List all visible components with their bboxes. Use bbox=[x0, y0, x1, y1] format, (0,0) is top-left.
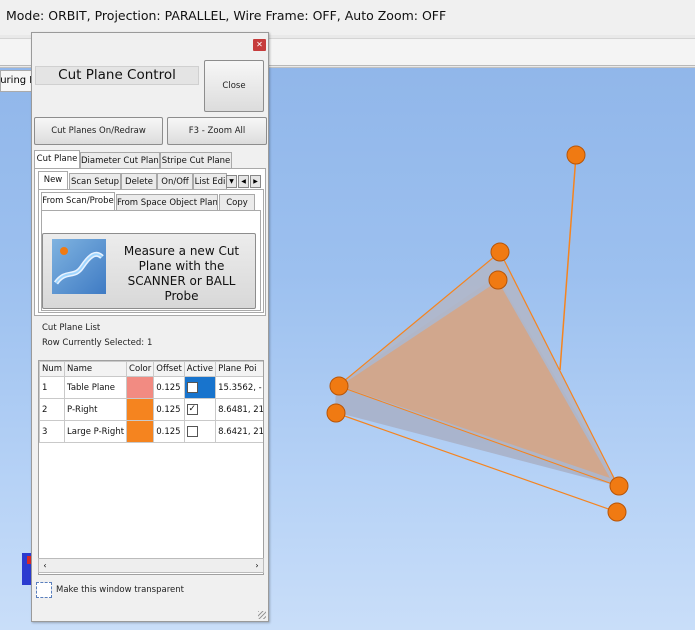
probe-point[interactable] bbox=[609, 476, 629, 496]
cell-offset[interactable]: 0.125 bbox=[153, 398, 185, 421]
column-header[interactable]: Offset bbox=[153, 361, 185, 377]
tab-from-scan-probe[interactable]: From Scan/Probe bbox=[41, 192, 115, 211]
scroll-right-icon[interactable]: › bbox=[251, 559, 263, 572]
column-header[interactable]: Active bbox=[183, 361, 217, 377]
tab-from-space-object-plane[interactable]: From Space Object Plane bbox=[116, 194, 218, 211]
cell-plane-point[interactable]: 8.6421, 21 bbox=[215, 420, 263, 443]
measure-button-text: Measure a new Cut Plane with the SCANNER… bbox=[123, 244, 240, 303]
tab-delete[interactable]: Delete bbox=[121, 173, 157, 190]
tab-stripe-cut-plane[interactable]: Stripe Cut Plane bbox=[160, 152, 232, 169]
source-tab-row: From Scan/Probe From Space Object Plane … bbox=[41, 192, 261, 211]
normal-line bbox=[559, 154, 577, 371]
tab-scan-setup[interactable]: Scan Setup bbox=[69, 173, 121, 190]
active-checkbox[interactable]: ✓ bbox=[186, 404, 198, 415]
zoom-all-button[interactable]: F3 - Zoom All bbox=[167, 117, 267, 145]
tab-diameter-cut-plane[interactable]: Diameter Cut Plane bbox=[80, 152, 160, 169]
close-button[interactable]: Close bbox=[204, 60, 264, 112]
tab-cut-plane[interactable]: Cut Plane bbox=[34, 150, 80, 169]
transparent-checkbox[interactable] bbox=[36, 582, 52, 598]
main-tab-row: Cut Plane Diameter Cut Plane Stripe Cut … bbox=[34, 150, 266, 169]
table-row[interactable]: 3 Large P-Right 0.125 8.6421, 21 bbox=[39, 420, 263, 443]
tab-new[interactable]: New bbox=[38, 171, 68, 190]
probe-point[interactable] bbox=[490, 242, 510, 262]
cell-color[interactable] bbox=[126, 420, 155, 443]
probe-point[interactable] bbox=[329, 376, 349, 396]
probe-point[interactable] bbox=[488, 270, 508, 290]
scan-surface-icon bbox=[53, 247, 104, 285]
cell-name[interactable]: Table Plane bbox=[64, 376, 128, 399]
table-horizontal-scrollbar[interactable]: ‹ › bbox=[38, 558, 264, 573]
column-header[interactable]: Name bbox=[64, 361, 128, 377]
probe-point[interactable] bbox=[566, 145, 586, 165]
row-selected-label: Row Currently Selected: bbox=[42, 338, 145, 348]
cell-active[interactable] bbox=[183, 420, 217, 443]
top-status-bar: Mode: ORBIT, Projection: PARALLEL, Wire … bbox=[0, 0, 695, 36]
cell-active[interactable] bbox=[183, 376, 217, 399]
cut-plane-control-window[interactable]: ✕ Cut Plane Control Close Cut Planes On/… bbox=[31, 32, 269, 622]
cell-name[interactable]: P-Right bbox=[64, 398, 128, 421]
cell-num[interactable]: 2 bbox=[39, 398, 66, 421]
tab-on-off[interactable]: On/Off bbox=[157, 173, 193, 190]
sub-tab-row: New Scan Setup Delete On/Off List Edi ▼ … bbox=[38, 171, 264, 190]
active-checkbox[interactable] bbox=[186, 382, 198, 393]
panel-title: Cut Plane Control bbox=[35, 66, 199, 85]
tab-list-edit[interactable]: List Edi bbox=[193, 173, 227, 190]
row-selected-value: 1 bbox=[147, 338, 153, 348]
window-close-icon[interactable]: ✕ bbox=[253, 39, 266, 51]
table-row[interactable]: 2 P-Right 0.125 ✓ 8.6481, 21 bbox=[39, 398, 263, 421]
cell-num[interactable]: 3 bbox=[39, 420, 66, 443]
scan-surface-icon bbox=[52, 239, 106, 294]
cell-active[interactable]: ✓ bbox=[183, 398, 217, 421]
scroll-left-icon[interactable]: ‹ bbox=[39, 559, 51, 572]
tab-scroll-right-icon[interactable]: ▶ bbox=[250, 175, 261, 188]
resize-grip-icon[interactable] bbox=[258, 611, 266, 619]
mode-status-text: Mode: ORBIT, Projection: PARALLEL, Wire … bbox=[6, 8, 447, 23]
measure-new-cut-plane-button[interactable]: Measure a new Cut Plane with the SCANNER… bbox=[42, 233, 256, 309]
cell-offset[interactable]: 0.125 bbox=[153, 376, 185, 399]
table-row[interactable]: 1 Table Plane 0.125 15.3562, - bbox=[39, 376, 263, 399]
probe-point[interactable] bbox=[607, 502, 627, 522]
cut-plane-list-label: Cut Plane List bbox=[42, 323, 101, 333]
tab-scroll-left-icon[interactable]: ◀ bbox=[238, 175, 249, 188]
column-header[interactable]: Num bbox=[39, 361, 66, 377]
cell-color[interactable] bbox=[126, 376, 155, 399]
active-checkbox[interactable] bbox=[186, 426, 198, 437]
cut-planes-redraw-button[interactable]: Cut Planes On/Redraw bbox=[34, 117, 163, 145]
cell-name[interactable]: Large P-Right bbox=[64, 420, 128, 443]
column-header[interactable]: Color bbox=[126, 361, 155, 377]
table-header-row: Num Name Color Offset Active Plane Poi bbox=[39, 361, 263, 377]
probe-point[interactable] bbox=[326, 403, 346, 423]
tab-copy[interactable]: Copy bbox=[219, 194, 255, 211]
cell-plane-point[interactable]: 15.3562, - bbox=[215, 376, 263, 399]
background-tab-label: suring I bbox=[0, 75, 32, 86]
column-header[interactable]: Plane Poi bbox=[215, 361, 263, 377]
tab-dropdown-icon[interactable]: ▼ bbox=[226, 175, 237, 188]
cell-color[interactable] bbox=[126, 398, 155, 421]
transparent-label: Make this window transparent bbox=[56, 585, 184, 595]
cell-num[interactable]: 1 bbox=[39, 376, 66, 399]
cell-plane-point[interactable]: 8.6481, 21 bbox=[215, 398, 263, 421]
cell-offset[interactable]: 0.125 bbox=[153, 420, 185, 443]
cut-plane-table[interactable]: Num Name Color Offset Active Plane Poi 1… bbox=[38, 360, 264, 575]
